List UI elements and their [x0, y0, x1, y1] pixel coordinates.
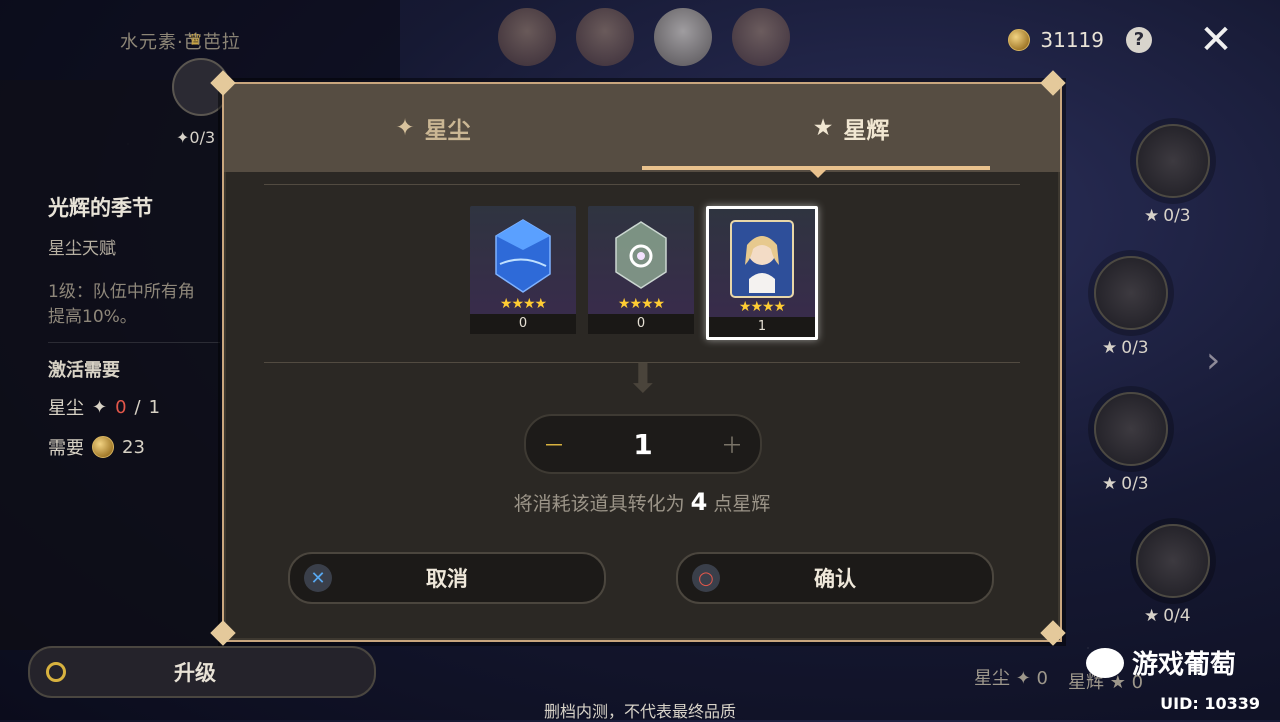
- quantity-value: 1: [633, 427, 653, 461]
- star-icon: ★: [1144, 206, 1160, 226]
- star-icon: ★: [812, 115, 834, 141]
- confirm-button[interactable]: ○ 确认: [676, 552, 994, 604]
- stardust-balance: 星尘 ✦ 0: [974, 668, 1048, 689]
- item-count: 1: [709, 317, 815, 337]
- character-portraits: [498, 8, 790, 66]
- mora-req-label: 需要: [48, 438, 84, 459]
- divider: [48, 342, 220, 343]
- cancel-label: 取消: [426, 567, 468, 591]
- portrait-2[interactable]: [576, 8, 634, 66]
- increment-button[interactable]: ＋: [704, 428, 760, 460]
- mora-display: 31119: [1008, 28, 1104, 52]
- talent-desc-line-1: 1级：队伍中所有角: [48, 282, 195, 302]
- help-button[interactable]: ?: [1126, 27, 1152, 53]
- tab-starglitter[interactable]: ★ 星辉: [642, 84, 1060, 172]
- disclaimer-text: 删档内测，不代表最终品质: [543, 702, 736, 721]
- portrait-4[interactable]: [732, 8, 790, 66]
- item-barbara-card[interactable]: ★★★★ 1: [706, 206, 818, 340]
- crown-icon: ♛: [188, 30, 203, 49]
- circle-icon: ○: [692, 564, 720, 592]
- star-icon: ★: [1144, 606, 1160, 626]
- rarity-stars: ★★★★: [738, 299, 786, 315]
- requirements-title: 激活需要: [48, 360, 120, 381]
- quantity-stepper: － 1 ＋: [524, 414, 762, 474]
- blue-crystal-icon: [495, 219, 551, 293]
- talent-title: 光辉的季节: [48, 196, 153, 220]
- node-count: ★ 0/3: [1102, 338, 1149, 358]
- node-count: ★ 0/3: [1144, 206, 1191, 226]
- wechat-icon: [1085, 647, 1124, 678]
- talent-node-count: ✦0/3: [176, 128, 216, 147]
- chevron-right-icon[interactable]: ›: [1206, 340, 1220, 381]
- conversion-dialog: ✦ 星尘 ★ 星辉 ★★★★ 0 ★★★★ 0 ★★★★ 1 ⬇ － 1 ＋ 将…: [222, 82, 1062, 642]
- talent-node-shield[interactable]: [1094, 256, 1168, 330]
- conversion-amount: 4: [690, 488, 708, 516]
- tab-pointer: [810, 170, 826, 178]
- item-blue-crystal[interactable]: ★★★★ 0: [470, 206, 576, 334]
- stardust-have: 0: [115, 396, 127, 418]
- item-list: ★★★★ 0 ★★★★ 0 ★★★★ 1: [470, 206, 818, 340]
- dialog-tabs: ✦ 星尘 ★ 星辉: [224, 84, 1060, 172]
- mora-req-value: 23: [122, 436, 145, 458]
- item-count: 0: [470, 314, 576, 334]
- decor-line-top: [264, 184, 1020, 185]
- talent-node-flower[interactable]: [1094, 392, 1168, 466]
- portrait-1[interactable]: [498, 8, 556, 66]
- decrement-button[interactable]: －: [526, 428, 582, 460]
- circle-button-icon: [46, 662, 66, 682]
- rarity-stars: ★★★★: [617, 296, 665, 312]
- mora-requirement: 需要 23: [48, 434, 145, 460]
- upgrade-button[interactable]: 升级: [28, 646, 376, 698]
- tab-stardust[interactable]: ✦ 星尘: [224, 84, 642, 172]
- close-button[interactable]: ✕: [1194, 18, 1238, 62]
- item-count: 0: [588, 314, 694, 334]
- rarity-stars: ★★★★: [499, 296, 547, 312]
- mora-coin-icon: [1008, 29, 1031, 51]
- character-card-icon: [730, 220, 794, 298]
- stardust-need: 1: [148, 396, 161, 418]
- item-prism-crystal[interactable]: ★★★★ 0: [588, 206, 694, 334]
- stardust-requirement: 星尘 ✦ 0 / 1: [48, 394, 160, 420]
- stardust-sep: /: [134, 396, 141, 418]
- upgrade-label: 升级: [174, 661, 216, 685]
- talent-type: 星尘天赋: [48, 239, 116, 259]
- confirm-label: 确认: [814, 567, 856, 591]
- mora-coin-icon: [92, 436, 114, 458]
- star-icon: ★: [1102, 338, 1118, 358]
- star-icon: ★: [1102, 474, 1118, 494]
- watermark: 游戏葡萄: [1085, 644, 1236, 681]
- talent-desc-line-2: 提高10%。: [48, 307, 137, 327]
- talent-node-heart-plus[interactable]: [1136, 124, 1210, 198]
- talent-description: 1级：队伍中所有角 提高10%。: [48, 280, 223, 330]
- node-count: ★ 0/3: [1102, 474, 1149, 494]
- stardust-label: 星尘: [48, 398, 84, 419]
- prism-crystal-icon: [615, 221, 667, 289]
- sparkle-icon: ✦: [92, 396, 108, 418]
- portrait-active[interactable]: [654, 8, 712, 66]
- node-count: ★ 0/4: [1144, 606, 1191, 626]
- character-title: 水元素·芭芭拉: [120, 32, 241, 53]
- conversion-text: 将消耗该道具转化为 4 点星辉: [513, 488, 771, 516]
- mora-amount: 31119: [1040, 28, 1104, 52]
- cancel-button[interactable]: ✕ 取消: [288, 552, 606, 604]
- talent-node-potion[interactable]: [1136, 524, 1210, 598]
- cross-icon: ✕: [304, 564, 332, 592]
- sparkle-icon: ✦: [395, 115, 415, 141]
- arrow-down-icon: ⬇: [626, 356, 660, 402]
